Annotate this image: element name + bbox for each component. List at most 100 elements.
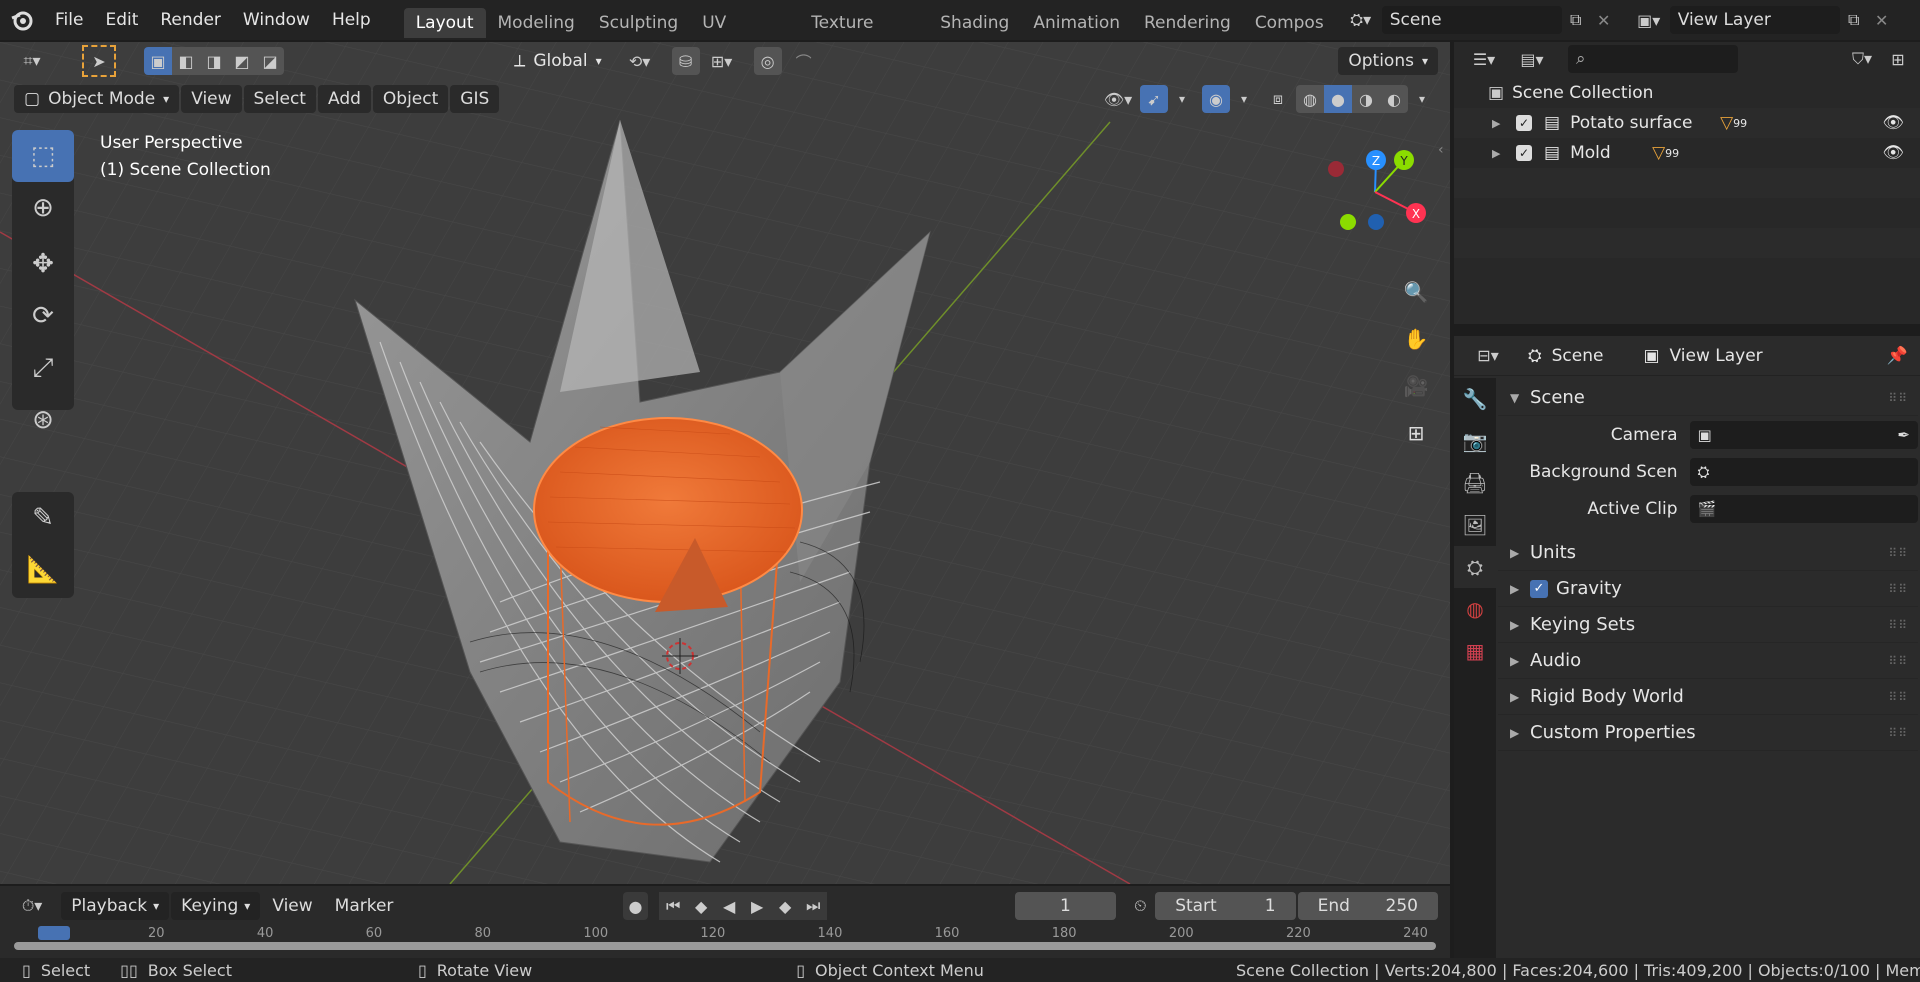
- pin-icon[interactable]: 📌: [1887, 346, 1908, 366]
- texture-tab-icon[interactable]: ▦: [1454, 630, 1496, 672]
- menu-timeline-view[interactable]: View: [262, 892, 322, 920]
- camera-view-icon[interactable]: 🎥: [1396, 366, 1436, 406]
- menu-select[interactable]: Select: [243, 85, 316, 113]
- render-tab-icon[interactable]: 📷: [1454, 420, 1496, 462]
- prev-keyframe-icon[interactable]: ◆: [687, 892, 716, 920]
- select-subtract-icon[interactable]: ◨: [200, 47, 228, 75]
- world-tab-icon[interactable]: ◍: [1454, 588, 1496, 630]
- outliner-row[interactable]: ▶ ✓ ▤ Potato surface ▽ 99 👁: [1454, 108, 1920, 138]
- tool-tab-icon[interactable]: 🔧: [1454, 378, 1496, 420]
- menu-window[interactable]: Window: [232, 0, 321, 40]
- shading-solid-icon[interactable]: ●: [1324, 85, 1352, 113]
- drag-handle-icon[interactable]: ⠿⠿: [1888, 391, 1908, 405]
- tab-sculpting[interactable]: Sculpting: [587, 8, 690, 38]
- scene-name-field[interactable]: Scene: [1381, 6, 1562, 34]
- timeline-scrollbar[interactable]: [14, 942, 1436, 950]
- panel-keying-sets-header[interactable]: ▶ Keying Sets ⠿⠿: [1498, 607, 1918, 643]
- outliner-row[interactable]: ▶ ✓ ▤ Mold ▽ 99 👁: [1454, 138, 1920, 168]
- select-extend-icon[interactable]: ◧: [172, 47, 200, 75]
- tab-rendering[interactable]: Rendering: [1132, 8, 1243, 38]
- tab-texture-paint[interactable]: Texture Paint: [799, 8, 928, 38]
- menu-view[interactable]: View: [181, 85, 242, 113]
- transform-orientation[interactable]: ⟂ Global ▾: [514, 47, 602, 75]
- view-layer-browse-icon[interactable]: ▣▾: [1628, 6, 1670, 34]
- rotate-tool-icon[interactable]: ⟳: [12, 290, 74, 342]
- menu-gis[interactable]: GIS: [450, 85, 500, 113]
- menu-add[interactable]: Add: [317, 85, 371, 113]
- scale-tool-icon[interactable]: ⤢: [12, 342, 74, 394]
- select-intersect-icon[interactable]: ◪: [256, 47, 284, 75]
- menu-help[interactable]: Help: [321, 0, 382, 40]
- expand-arrow-icon[interactable]: ▶: [1492, 147, 1516, 160]
- select-box-tool-icon[interactable]: ⬚: [12, 130, 74, 182]
- 3d-viewport[interactable]: ⌗▾ ➤ ▣ ◧ ◨ ◩ ◪ ⟂ Global ▾ ⟲▾ ⛁ ⊞▾ ◎ ⌒ Op…: [0, 42, 1450, 884]
- panel-custom-properties-header[interactable]: ▶ Custom Properties ⠿⠿: [1498, 715, 1918, 751]
- measure-tool-icon[interactable]: 📐: [12, 544, 74, 596]
- tab-shading[interactable]: Shading: [928, 8, 1021, 38]
- move-tool-icon[interactable]: ✥: [12, 238, 74, 290]
- annotate-tool-icon[interactable]: ✎: [12, 492, 74, 544]
- proportional-edit-icon[interactable]: ◎: [753, 47, 782, 75]
- view-layer-tab-icon[interactable]: 🖼: [1454, 504, 1496, 546]
- scene-browse-icon[interactable]: ⛭▾: [1340, 6, 1382, 34]
- gizmo-toggle-icon[interactable]: ➹: [1140, 85, 1168, 113]
- snap-toggle-icon[interactable]: ⛁: [671, 47, 700, 75]
- snap-target-icon[interactable]: ⊞▾: [700, 47, 744, 75]
- eyedropper-icon[interactable]: ✒: [1897, 426, 1910, 444]
- zoom-icon[interactable]: 🔍: [1396, 272, 1436, 312]
- panel-gravity-header[interactable]: ▶ ✓ Gravity ⠿⠿: [1498, 571, 1918, 607]
- scene-new-icon[interactable]: ⧉: [1562, 6, 1590, 34]
- scene-delete-icon[interactable]: ✕: [1590, 6, 1618, 34]
- drag-handle-icon[interactable]: ⠿⠿: [1888, 690, 1908, 704]
- menu-render[interactable]: Render: [149, 0, 232, 40]
- outliner-search-input[interactable]: ⌕: [1568, 45, 1738, 73]
- outliner-editor-type-icon[interactable]: ☰▾: [1462, 45, 1506, 73]
- visibility-icon[interactable]: 👁▾: [1096, 85, 1140, 113]
- playhead-marker[interactable]: [38, 926, 70, 940]
- cursor-tool-icon[interactable]: ⊕: [12, 182, 74, 234]
- active-clip-field[interactable]: 🎬: [1689, 494, 1918, 523]
- new-collection-icon[interactable]: ⊞: [1884, 45, 1912, 73]
- gravity-checkbox[interactable]: ✓: [1530, 579, 1548, 598]
- menu-file[interactable]: File: [44, 0, 94, 40]
- shading-rendered-icon[interactable]: ◐: [1380, 85, 1408, 113]
- overlay-toggle-icon[interactable]: ◉: [1202, 85, 1230, 113]
- view-layer-new-icon[interactable]: ⧉: [1840, 6, 1868, 34]
- active-tool-icon[interactable]: ➤: [82, 45, 116, 77]
- camera-field[interactable]: ▣ ✒: [1689, 420, 1918, 449]
- view-layer-delete-icon[interactable]: ✕: [1868, 6, 1896, 34]
- next-keyframe-icon[interactable]: ◆: [771, 892, 800, 920]
- drag-handle-icon[interactable]: ⠿⠿: [1888, 582, 1908, 596]
- play-reverse-icon[interactable]: ◀: [715, 892, 744, 920]
- xray-icon[interactable]: ⧈: [1264, 85, 1292, 113]
- tab-animation[interactable]: Animation: [1021, 8, 1132, 38]
- properties-editor-type-icon[interactable]: ⊟▾: [1466, 342, 1510, 370]
- display-mode-icon[interactable]: ▤▾: [1510, 45, 1554, 73]
- select-new-icon[interactable]: ▣: [144, 47, 172, 75]
- editor-type-icon[interactable]: ⌗▾: [10, 47, 54, 75]
- eye-icon[interactable]: 👁: [1882, 143, 1904, 163]
- view-layer-name-field[interactable]: View Layer: [1669, 6, 1840, 34]
- navigation-gizmo[interactable]: Z Y X: [1320, 142, 1430, 282]
- timeline-ruler[interactable]: 20 40 60 80 100 120 140 160 180 200 220 …: [0, 926, 1450, 952]
- background-scene-field[interactable]: ⛭: [1689, 457, 1918, 486]
- tab-uv-editing[interactable]: UV Editing: [690, 8, 799, 38]
- pan-hand-icon[interactable]: ✋: [1396, 319, 1436, 359]
- output-tab-icon[interactable]: 🖨: [1454, 462, 1496, 504]
- current-frame-field[interactable]: 1: [1015, 892, 1116, 920]
- sidebar-toggle-icon[interactable]: ‹: [1438, 142, 1444, 158]
- record-icon[interactable]: ●: [622, 892, 649, 920]
- drag-handle-icon[interactable]: ⠿⠿: [1888, 654, 1908, 668]
- shading-wireframe-icon[interactable]: ◍: [1296, 85, 1324, 113]
- filter-icon[interactable]: ⛉▾: [1840, 45, 1884, 73]
- panel-audio-header[interactable]: ▶ Audio ⠿⠿: [1498, 643, 1918, 679]
- mode-selector[interactable]: ▢ Object Mode ▾: [14, 85, 180, 113]
- scene-tab-icon[interactable]: ⛭: [1454, 546, 1496, 588]
- select-invert-icon[interactable]: ◩: [228, 47, 256, 75]
- menu-keying[interactable]: Keying ▾: [171, 892, 261, 920]
- drag-handle-icon[interactable]: ⠿⠿: [1888, 618, 1908, 632]
- panel-units-header[interactable]: ▶ Units ⠿⠿: [1498, 535, 1918, 571]
- drag-handle-icon[interactable]: ⠿⠿: [1888, 726, 1908, 740]
- timeline-editor-type-icon[interactable]: ⏱▾: [12, 892, 52, 920]
- gizmo-dropdown-icon[interactable]: ▾: [1168, 85, 1196, 113]
